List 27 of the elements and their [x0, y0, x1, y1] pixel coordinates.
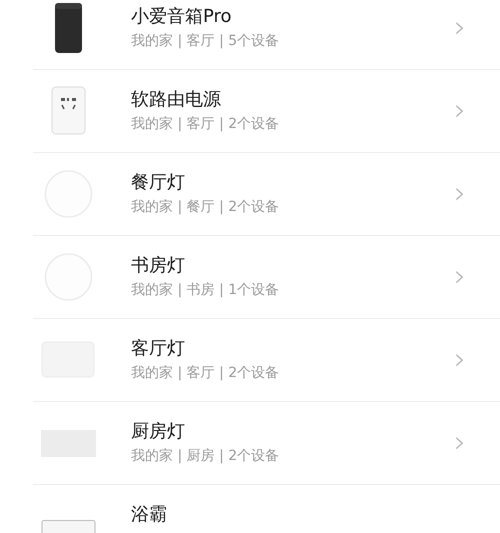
device-name: 浴霸 — [131, 503, 168, 527]
chevron-icon: › — [454, 96, 466, 126]
device-location: 我的家 | 客厅 | 5个设备 — [131, 32, 280, 51]
device-name: 客厅灯 — [131, 337, 186, 361]
chevron-icon: › — [454, 13, 466, 43]
device-location: 我的家 | 书房 | 1个设备 — [131, 281, 280, 300]
chevron-icon: › — [454, 345, 466, 375]
device-row[interactable]: 书房灯 我的家 | 书房 | 1个设备 › — [33, 236, 500, 319]
device-location: 我的家 | 餐厅 | 2个设备 — [131, 198, 280, 217]
device-name: 小爱音箱Pro — [131, 5, 233, 29]
device-row[interactable]: 小爱音箱Pro 我的家 | 客厅 | 5个设备 › — [33, 0, 500, 70]
device-row[interactable]: 餐厅灯 我的家 | 餐厅 | 2个设备 › — [33, 153, 500, 236]
device-row[interactable]: 厨房灯 我的家 | 厨房 | 2个设备 › — [33, 402, 500, 485]
device-location: 我的家 | 厨房 | 2个设备 — [131, 447, 280, 466]
chevron-icon: › — [454, 428, 466, 458]
device-row[interactable]: 客厅灯 我的家 | 客厅 | 2个设备 › — [33, 319, 500, 402]
chevron-icon: › — [454, 179, 466, 209]
device-row[interactable]: 浴霸 — [33, 485, 500, 533]
device-name: 餐厅灯 — [131, 171, 186, 195]
device-name: 书房灯 — [131, 254, 186, 278]
device-location: 我的家 | 客厅 | 2个设备 — [131, 364, 280, 383]
chevron-icon: › — [454, 262, 466, 292]
device-name: 软路由电源 — [131, 88, 222, 112]
device-name: 厨房灯 — [131, 420, 186, 444]
device-row[interactable]: 软路由电源 我的家 | 客厅 | 2个设备 › — [33, 70, 500, 153]
device-location: 我的家 | 客厅 | 2个设备 — [131, 115, 280, 134]
bath-heater-icon — [40, 520, 96, 532]
